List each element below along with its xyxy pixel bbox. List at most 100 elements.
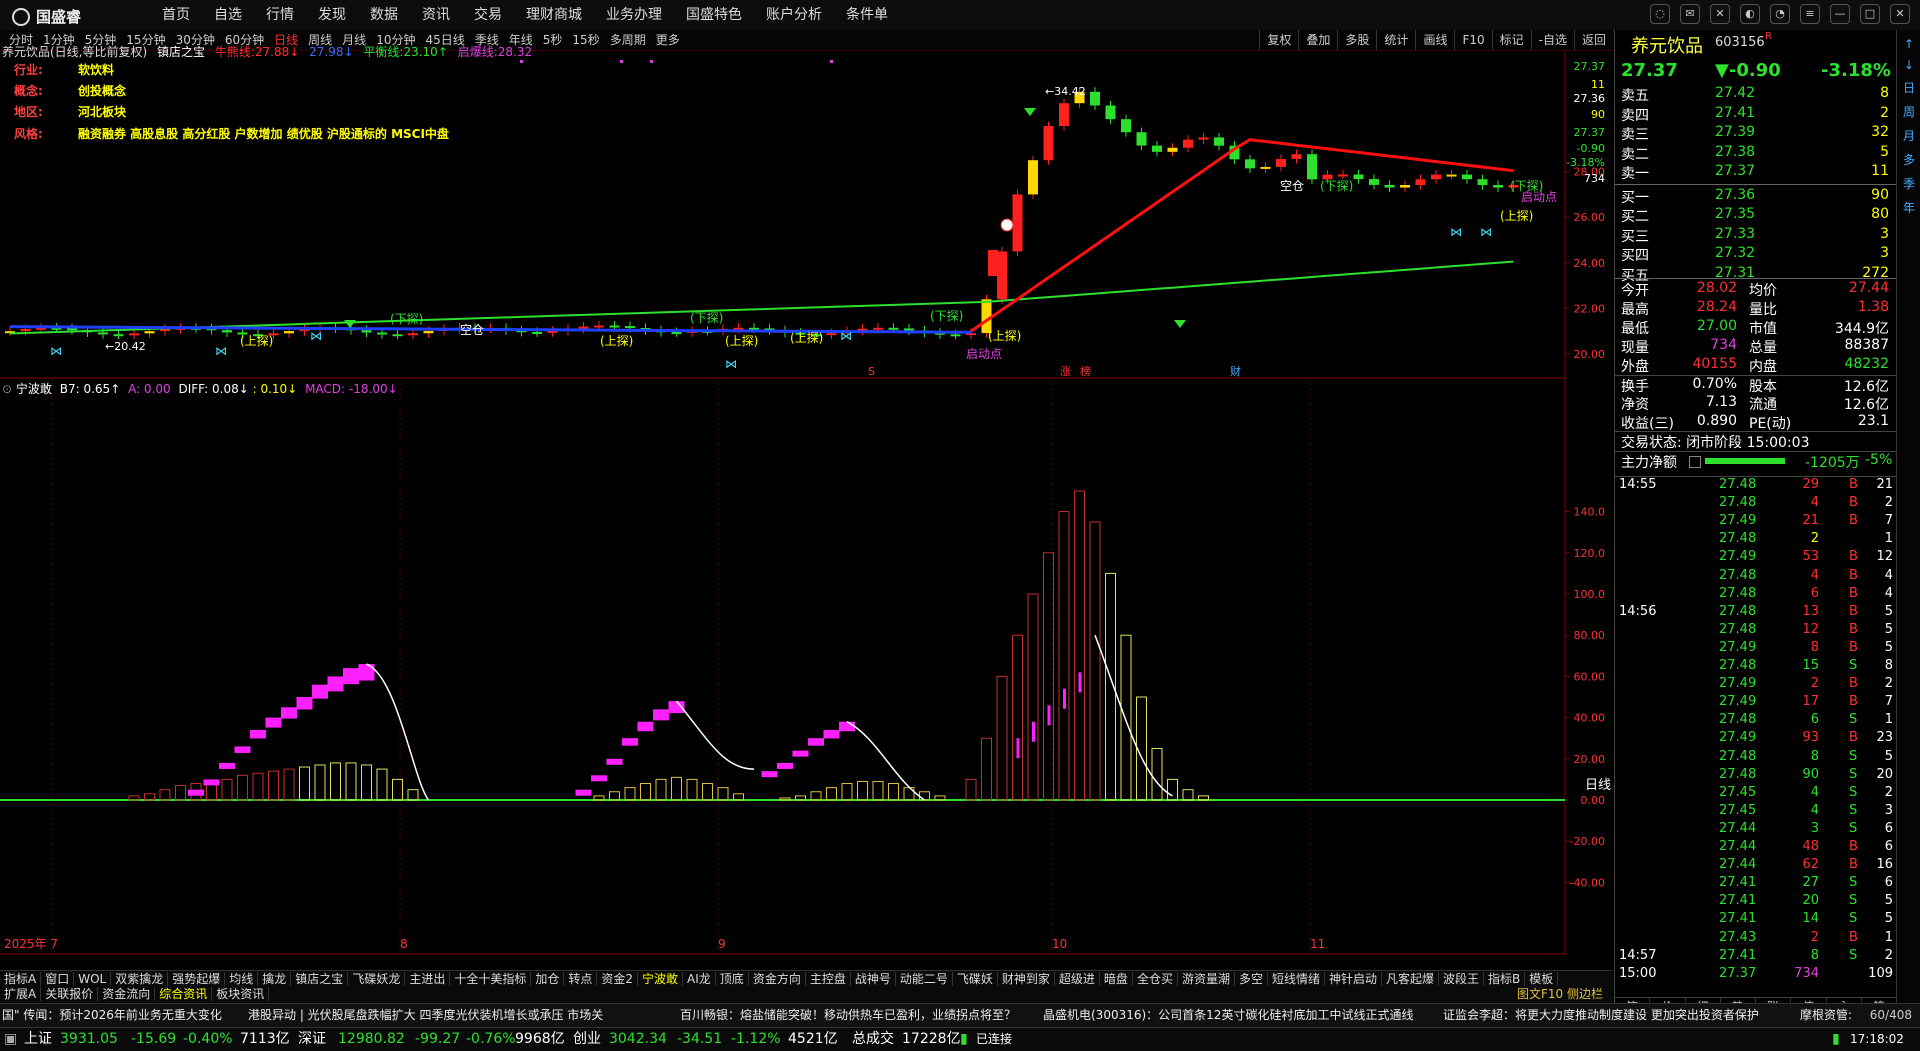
market-toggle-icon[interactable]: ▣ [4,1028,17,1051]
bid-row[interactable]: 买二 27.35 80 [1615,206,1897,225]
event-mark[interactable]: 榜 [1080,364,1091,378]
indicator-tab-21[interactable]: 飞碟妖 [952,972,998,986]
bid-row[interactable]: 买一 27.36 90 [1615,187,1897,206]
news-item[interactable]: 国" 传闻：预计2026年前业务无重大变化 [2,1004,222,1027]
indicator-tab-6[interactable]: 擒龙 [258,972,292,986]
indicator-tab-29[interactable]: 神针启动 [1325,972,1383,986]
period-tab-16[interactable]: 更多 [651,30,685,50]
menu-icon[interactable]: ≡ [1800,4,1820,24]
event-mark[interactable]: S [868,365,875,378]
side-tab-7[interactable]: 年 [1897,199,1920,216]
side-tab-5[interactable]: 多 [1897,151,1920,168]
side-tab-4[interactable]: 月 [1897,127,1920,144]
ask-row[interactable]: 卖四 27.41 2 [1615,105,1897,124]
news-item[interactable]: 摩根资管: [1800,1004,1852,1027]
indicator-tab-20[interactable]: 动能二号 [895,972,953,986]
news-item[interactable]: 证监会李超：将更大力度推动制度建设 更加突出投资者保护 [1443,1004,1759,1027]
menu-item-3[interactable]: 发现 [306,0,358,30]
period-tab-13[interactable]: 5秒 [538,30,568,50]
tick-list[interactable]: 14:55 27.48 29 B 21 27.48 4 B 2 27.49 21 B 7 27.48 2 1 2… [1615,476,1897,999]
indicator-tab-4[interactable]: 强势起爆 [168,972,226,986]
tool-button-0[interactable]: 复权 [1259,30,1298,50]
menu-item-2[interactable]: 行情 [254,0,306,30]
side-tab-2[interactable]: 日 [1897,79,1920,96]
menu-item-5[interactable]: 资讯 [410,0,462,30]
minimize-icon[interactable]: — [1830,4,1850,24]
close-icon[interactable]: ✕ [1890,4,1910,24]
ask-row[interactable]: 卖二 27.38 5 [1615,144,1897,163]
info-tab-2[interactable]: 资金流向 [98,987,156,1001]
indicator-tab-11[interactable]: 加仓 [531,972,565,986]
info-tab-0[interactable]: 扩展A [0,987,42,1001]
tool-button-8[interactable]: 返回 [1573,30,1613,50]
tool-button-5[interactable]: F10 [1454,30,1491,50]
tool-button-2[interactable]: 多股 [1337,30,1376,50]
chat-icon[interactable]: ◌ [1650,4,1670,24]
sub-indicator-name[interactable]: 宁波敢 [16,382,52,396]
indicator-tab-24[interactable]: 暗盘 [1099,972,1133,986]
menu-item-11[interactable]: 条件单 [834,0,900,30]
sz-label[interactable]: 深证 [298,1028,326,1051]
indicator-tab-10[interactable]: 十全十美指标 [450,972,532,986]
news-item[interactable]: 港股异动 | 光伏股尾盘跌幅扩大 四季度光伏装机增长或承压 市场关 [248,1004,603,1027]
menu-item-9[interactable]: 国盛特色 [674,0,754,30]
indicator-name[interactable]: 镇店之宝 [157,45,205,59]
side-tab-0[interactable]: ↑ [1897,37,1920,51]
cy-label[interactable]: 创业 [573,1028,601,1051]
menu-item-0[interactable]: 首页 [150,0,202,30]
mail-icon[interactable]: ✉ [1680,4,1700,24]
indicator-tab-1[interactable]: 窗口 [41,972,75,986]
bid-row[interactable]: 买三 27.33 3 [1615,226,1897,245]
indicator-tab-13[interactable]: 资金2 [597,972,639,986]
indicator-tab-8[interactable]: 飞碟妖龙 [348,972,406,986]
news-ticker[interactable]: 60/408 国" 传闻：预计2026年前业务无重大变化 港股异动 | 光伏股尾盘… [0,1003,1920,1027]
indicator-tab-31[interactable]: 波段王 [1439,972,1485,986]
kline-chart-area[interactable]: 28.00 26.00 24.00 22.00 20.00 27.37 11 27.36 90 2… [0,45,1613,955]
indicator-tab-19[interactable]: 战神号 [850,972,896,986]
app-logo[interactable]: 国盛睿 [12,6,81,27]
indicator-tab-12[interactable]: 转点 [564,972,598,986]
chart-canvas[interactable]: 28.0026.0024.0022.0020.0027.371127.36902… [0,50,1613,955]
menu-item-1[interactable]: 自选 [202,0,254,30]
indicator-tab-14[interactable]: 宁波敢 [638,972,684,986]
indicator-tab-26[interactable]: 游资量潮 [1177,972,1235,986]
info-tab-4[interactable]: 板块资讯 [212,987,270,1001]
indicator-tab-23[interactable]: 超级进 [1054,972,1100,986]
indicator-tab-7[interactable]: 镇店之宝 [291,972,349,986]
ask-row[interactable]: 卖一 27.37 11 [1615,163,1897,182]
indicator-tab-18[interactable]: 主控盘 [805,972,851,986]
indicator-tab-5[interactable]: 均线 [225,972,259,986]
news-item[interactable]: 百川畅银：熔盐储能突破！移动供热车已盈利，业绩拐点将至？ [680,1004,1016,1027]
menu-item-4[interactable]: 数据 [358,0,410,30]
stock-title[interactable]: 养元饮品(日线,等比前复权) [2,45,147,59]
event-mark[interactable]: 财 [1230,364,1241,378]
tool-button-6[interactable]: 标记 [1491,30,1531,50]
indicator-tab-0[interactable]: 指标A [0,972,42,986]
menu-item-6[interactable]: 交易 [462,0,514,30]
tool-button-3[interactable]: 统计 [1376,30,1415,50]
tool-button-4[interactable]: 画线 [1415,30,1454,50]
event-mark[interactable]: 涨 [1060,365,1071,378]
menu-item-10[interactable]: 账户分析 [754,0,834,30]
period-tab-14[interactable]: 15秒 [567,30,604,50]
indicator-tab-30[interactable]: 凡客起爆 [1382,972,1440,986]
sub-toggle-icon[interactable]: ⊙ [2,382,12,396]
ask-row[interactable]: 卖三 27.39 32 [1615,124,1897,143]
f10-sidebar-toggle[interactable]: 图文F10 侧边栏 [1513,986,1607,1002]
menu-item-7[interactable]: 理财商城 [514,0,594,30]
indicator-tab-33[interactable]: 模板 [1525,972,1559,986]
tool-button-1[interactable]: 叠加 [1298,30,1337,50]
side-tab-3[interactable]: 周 [1897,103,1920,120]
sh-label[interactable]: 上证 [24,1028,52,1051]
indicator-tab-17[interactable]: 资金方向 [748,972,806,986]
menu-item-8[interactable]: 业务办理 [594,0,674,30]
maximize-icon[interactable]: □ [1860,4,1880,24]
side-tab-6[interactable]: 季 [1897,175,1920,192]
skin-icon[interactable]: ◐ [1740,4,1760,24]
tools-icon[interactable]: ✕ [1710,4,1730,24]
bid-row[interactable]: 买四 27.32 3 [1615,245,1897,264]
news-item[interactable]: 晶盛机电(300316)：公司首条12英寸碳化硅衬底加工中试线正式通线 [1043,1004,1413,1027]
indicator-tab-22[interactable]: 财神到家 [997,972,1055,986]
indicator-tab-16[interactable]: 顶底 [715,972,749,986]
indicator-tab-9[interactable]: 主进出 [405,972,451,986]
